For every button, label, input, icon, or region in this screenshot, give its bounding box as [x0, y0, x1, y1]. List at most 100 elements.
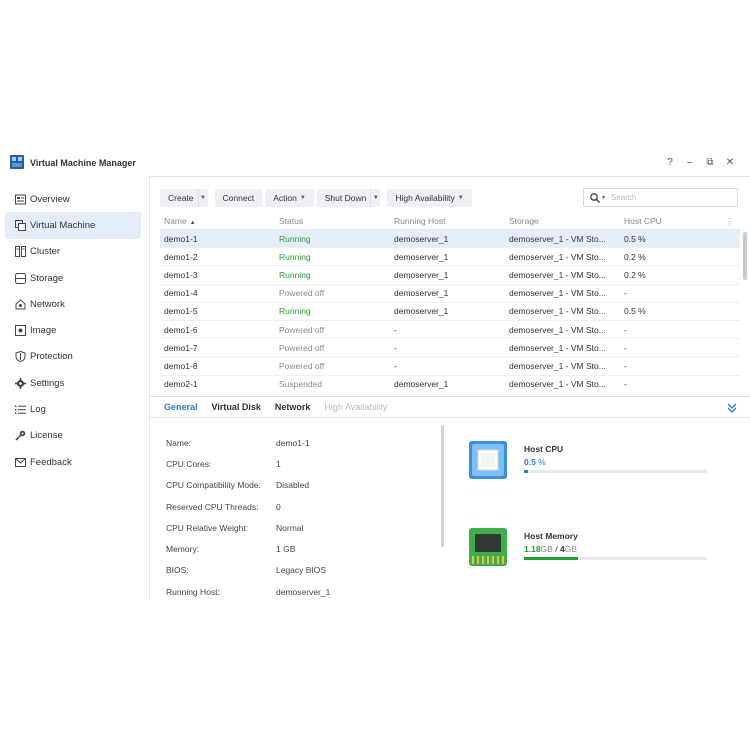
sidebar-item-label: Image	[30, 325, 57, 337]
sidebar-item-overview[interactable]: Overview	[5, 186, 141, 212]
sidebar-item-cluster[interactable]: Cluster	[5, 239, 141, 265]
cell-status: Running	[279, 269, 311, 280]
property-row: Running Host: demoserver_1	[166, 581, 436, 602]
host-cpu-number: 0.5	[524, 457, 536, 467]
cell-name: demo1-8	[164, 360, 198, 371]
shutdown-button[interactable]: Shut Down	[316, 189, 371, 207]
column-header-running-host[interactable]: Running Host	[390, 216, 505, 226]
collapse-chevron-icon[interactable]	[726, 402, 738, 414]
cell-running-host: -	[394, 342, 397, 353]
cell-name: demo1-2	[164, 251, 198, 262]
cell-running-host: demoserver_1	[394, 251, 449, 262]
network-icon	[15, 299, 26, 310]
property-value: demo1-1	[276, 437, 310, 448]
property-label: Reserved CPU Threads:	[166, 501, 259, 512]
vm-table: Name ▲ Status Running Host Storage Host C…	[160, 213, 740, 393]
cell-storage: demoserver_1 - VM Sto...	[509, 269, 606, 280]
cell-storage: demoserver_1 - VM Sto...	[509, 288, 606, 299]
create-button[interactable]: Create	[160, 189, 198, 207]
cell-storage: demoserver_1 - VM Sto...	[509, 233, 606, 244]
sidebar-item-image[interactable]: Image	[5, 317, 141, 343]
cell-storage: demoserver_1 - VM Sto...	[509, 379, 606, 390]
host-cpu-value: 0.5 %	[524, 457, 546, 467]
property-row: Name: demo1-1	[166, 432, 436, 453]
host-memory-value: 1.18GB / 4GB	[524, 544, 577, 554]
property-row: CPU Cores: 1	[166, 453, 436, 474]
tab-high-availability[interactable]: High Availability	[324, 402, 387, 412]
tab-virtual-disk[interactable]: Virtual Disk	[212, 402, 261, 412]
sidebar-item-settings[interactable]: Settings	[5, 370, 141, 396]
cell-running-host: demoserver_1	[394, 288, 449, 299]
property-label: CPU Cores:	[166, 458, 212, 469]
column-header-name[interactable]: Name ▲	[160, 216, 275, 226]
cell-host-cpu: 0.5 %	[624, 306, 646, 317]
action-caret-icon: ▼	[299, 195, 306, 201]
sidebar-item-storage[interactable]: Storage	[5, 265, 141, 291]
column-menu-icon[interactable]: ⋮	[725, 216, 735, 227]
search-filter-caret-icon[interactable]: ▼	[601, 195, 606, 201]
cell-host-cpu: 0.2 %	[624, 269, 646, 280]
sidebar-item-feedback[interactable]: Feedback	[5, 449, 141, 475]
search-input[interactable]	[610, 193, 721, 202]
column-header-status[interactable]: Status	[275, 216, 390, 226]
cell-name: demo1-7	[164, 342, 198, 353]
host-cpu-title: Host CPU	[524, 444, 564, 454]
host-memory-total-unit: GB	[564, 544, 577, 554]
column-header-storage[interactable]: Storage	[505, 216, 620, 226]
cell-storage: demoserver_1 - VM Sto...	[509, 342, 606, 353]
sidebar-item-log[interactable]: Log	[5, 396, 141, 422]
sidebar-item-label: Protection	[30, 351, 73, 363]
host-memory-panel: Host Memory 1.18GB / 4GB	[468, 527, 728, 572]
host-memory-used-unit: GB	[540, 544, 553, 554]
sidebar: Overview Virtual Machine Cluster Storage…	[5, 186, 141, 475]
table-row[interactable]: demo1-2 Running demoserver_1 demoserver_1 -…	[160, 248, 740, 267]
tab-network[interactable]: Network	[275, 402, 311, 412]
property-row: Reserved CPU Threads: 0	[166, 496, 436, 517]
table-row[interactable]: demo1-7 Powered off - demoserver_1 - VM Sto…	[160, 339, 740, 358]
search-box[interactable]: ▼	[583, 188, 738, 207]
sidebar-item-license[interactable]: License	[5, 423, 141, 449]
property-label: BIOS:	[166, 565, 189, 576]
properties-scrollbar[interactable]	[441, 425, 444, 547]
virtual-machine-icon	[15, 219, 26, 231]
minimize-icon[interactable]: –	[683, 156, 697, 170]
host-memory-used: 1.18	[524, 544, 541, 554]
cell-running-host: -	[394, 324, 397, 335]
cell-running-host: demoserver_1	[394, 379, 449, 390]
cell-storage: demoserver_1 - VM Sto...	[509, 324, 606, 335]
restore-icon[interactable]: ⧉	[703, 156, 717, 170]
host-memory-separator: /	[555, 544, 558, 554]
table-scrollbar[interactable]	[743, 232, 747, 280]
table-row[interactable]: demo1-8 Powered off - demoserver_1 - VM Sto…	[160, 357, 740, 376]
cell-host-cpu: -	[624, 324, 627, 335]
close-icon[interactable]: ✕	[723, 156, 737, 170]
cell-status: Powered off	[279, 360, 325, 371]
property-value: Disabled	[276, 480, 310, 491]
sidebar-item-label: Network	[30, 298, 65, 310]
memory-module-icon	[469, 528, 507, 566]
table-row[interactable]: demo1-5 Running demoserver_1 demoserver_1 -…	[160, 303, 740, 321]
column-header-host-cpu[interactable]: Host CPU	[620, 216, 725, 226]
sidebar-item-label: Log	[30, 404, 46, 416]
main-panel: Create ▼ Connect Action ▼ Shut Down ▼ Hig…	[149, 176, 750, 600]
cell-status: Powered off	[279, 342, 325, 353]
table-row[interactable]: demo1-6 Powered off - demoserver_1 - VM Sto…	[160, 321, 740, 340]
table-row[interactable]: demo2-1 Suspended demoserver_1 demoserver_1…	[160, 376, 740, 393]
create-dropdown-icon[interactable]: ▼	[197, 189, 208, 207]
high-availability-button[interactable]: High Availability ▼	[387, 189, 472, 207]
sidebar-item-virtual-machine[interactable]: Virtual Machine	[5, 212, 141, 239]
connect-button[interactable]: Connect	[214, 189, 263, 207]
host-cpu-panel: Host CPU 0.5 %	[468, 440, 728, 485]
help-icon[interactable]: ?	[663, 156, 677, 170]
action-button[interactable]: Action ▼	[265, 189, 314, 207]
sidebar-item-network[interactable]: Network	[5, 291, 141, 317]
table-row[interactable]: demo1-4 Powered off demoserver_1 demoserver…	[160, 285, 740, 303]
sidebar-item-protection[interactable]: Protection	[5, 344, 141, 370]
header-label: Name	[164, 216, 187, 226]
app-title: Virtual Machine Manager	[30, 158, 136, 168]
table-row[interactable]: demo1-1 Running demoserver_1 demoserver_1 -…	[160, 230, 740, 249]
table-row[interactable]: demo1-3 Running demoserver_1 demoserver_1 -…	[160, 266, 740, 285]
shutdown-dropdown-icon[interactable]: ▼	[370, 189, 381, 207]
storage-icon	[15, 272, 26, 284]
tab-general[interactable]: General	[164, 402, 198, 412]
